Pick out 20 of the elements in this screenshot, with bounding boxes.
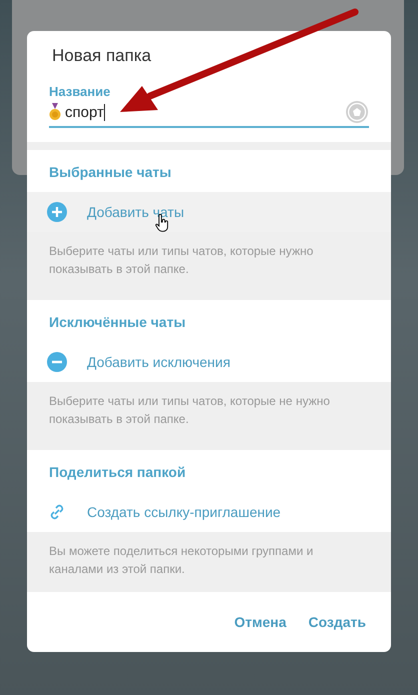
cancel-button[interactable]: Отмена bbox=[223, 606, 298, 638]
dialog-title: Новая папка bbox=[51, 45, 152, 67]
section-hint: Выберите чаты или типы чатов, которые не нужно показывать в этой папке. bbox=[27, 382, 391, 442]
section-title: Поделиться папкой bbox=[48, 463, 187, 482]
field-label: Название bbox=[49, 84, 112, 99]
action-label: Добавить исключения bbox=[87, 354, 230, 370]
plus-icon bbox=[47, 202, 67, 222]
section-title: Выбранные чаты bbox=[48, 163, 172, 182]
medal-icon bbox=[49, 103, 61, 121]
minus-icon bbox=[47, 352, 67, 372]
action-label: Создать ссылку-приглашение bbox=[87, 504, 281, 520]
section-hint: Вы можете поделиться некоторыми группами и каналами из этой папки. bbox=[27, 532, 391, 592]
action-row[interactable]: Добавить чаты bbox=[27, 192, 391, 232]
action-label: Добавить чаты bbox=[87, 204, 184, 220]
emoji-icon[interactable] bbox=[345, 100, 369, 124]
text-cursor bbox=[104, 104, 105, 120]
field-value: спорт bbox=[65, 104, 104, 120]
section-hint: Выберите чаты или типы чатов, которые нужно показывать в этой папке. bbox=[27, 232, 391, 292]
create-button[interactable]: Создать bbox=[297, 606, 377, 638]
section-title: Исключённые чаты bbox=[48, 313, 187, 332]
